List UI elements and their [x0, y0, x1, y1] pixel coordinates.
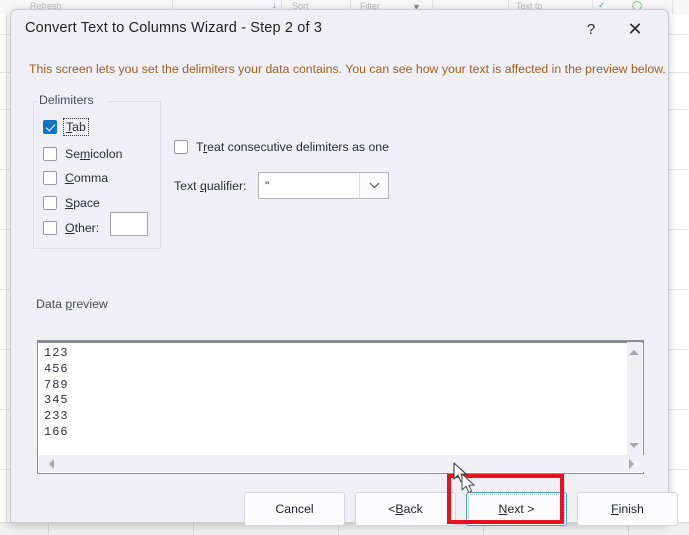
checkbox-comma[interactable]: Comma	[43, 169, 108, 187]
checkbox-space-label: Space	[65, 196, 100, 210]
checkbox-treat-consecutive-label: Treat consecutive delimiters as one	[196, 140, 389, 154]
help-icon[interactable]: ?	[576, 16, 606, 42]
data-preview-row: 789	[44, 377, 69, 392]
data-preview-row: 345	[44, 393, 69, 408]
checkbox-treat-consecutive[interactable]: Treat consecutive delimiters as one	[174, 138, 389, 156]
chevron-down-icon[interactable]	[359, 173, 388, 198]
other-delimiter-input[interactable]	[110, 212, 148, 236]
convert-text-to-columns-dialog: Convert Text to Columns Wizard - Step 2 …	[10, 9, 678, 526]
data-preview-row: 233	[44, 409, 69, 424]
checkbox-semicolon-label: Semicolon	[65, 147, 123, 161]
finish-button[interactable]: Finish	[577, 492, 678, 526]
text-qualifier-label: Text qualifier:	[174, 179, 247, 193]
checkbox-comma-label: Comma	[65, 171, 109, 185]
scroll-up-icon[interactable]	[629, 350, 639, 355]
text-qualifier-combobox[interactable]: "	[258, 172, 389, 199]
data-preview-vertical-scrollbar[interactable]	[627, 342, 642, 456]
data-preview-rows: 123 456 789 345 233 166	[44, 346, 69, 441]
checkbox-tab-box[interactable]	[43, 120, 57, 134]
ribbon-divider	[672, 0, 673, 14]
checkbox-other-label: Other:	[65, 221, 100, 235]
data-preview-label: Data preview	[36, 297, 108, 311]
data-preview-row: 123	[44, 346, 69, 360]
checkbox-space[interactable]: Space	[43, 194, 100, 212]
checkbox-tab[interactable]: Tab	[43, 118, 89, 136]
checkbox-semicolon-box[interactable]	[43, 147, 57, 161]
chevron-down-glyph	[369, 182, 379, 189]
dialog-title: Convert Text to Columns Wizard - Step 2 …	[25, 20, 323, 36]
checkbox-semicolon[interactable]: Semicolon	[43, 145, 122, 163]
checkbox-other[interactable]: Other:	[43, 219, 99, 237]
checkbox-other-box[interactable]	[43, 221, 57, 235]
screen: Refresh Sort Filter Text to ↓ ▼ ✓ ◯ Conv…	[0, 0, 689, 535]
data-preview-row: 166	[44, 424, 69, 439]
delimiters-group-label: Delimiters	[39, 93, 94, 107]
data-preview-top-edge	[38, 341, 643, 343]
text-qualifier-value: "	[265, 178, 270, 193]
checkbox-space-box[interactable]	[43, 196, 57, 210]
back-button[interactable]: < Back	[355, 492, 456, 526]
data-preview-row: 456	[44, 361, 69, 376]
data-preview-horizontal-scrollbar[interactable]	[39, 455, 644, 472]
dialog-instruction: This screen lets you set the delimiters …	[29, 62, 666, 76]
scroll-right-icon[interactable]	[629, 459, 634, 469]
next-button[interactable]: Next >	[466, 492, 567, 526]
close-icon[interactable]: ✕	[620, 16, 650, 42]
cancel-button[interactable]: Cancel	[244, 492, 345, 526]
checkbox-comma-box[interactable]	[43, 171, 57, 185]
dialog-titlebar[interactable]: Convert Text to Columns Wizard - Step 2 …	[11, 10, 668, 48]
data-preview-pane[interactable]: 123 456 789 345 233 166	[37, 340, 644, 474]
scroll-left-icon[interactable]	[49, 459, 54, 469]
scroll-down-icon[interactable]	[629, 443, 639, 448]
checkbox-treat-consecutive-box[interactable]	[174, 140, 188, 154]
checkbox-tab-label: Tab	[63, 118, 89, 136]
